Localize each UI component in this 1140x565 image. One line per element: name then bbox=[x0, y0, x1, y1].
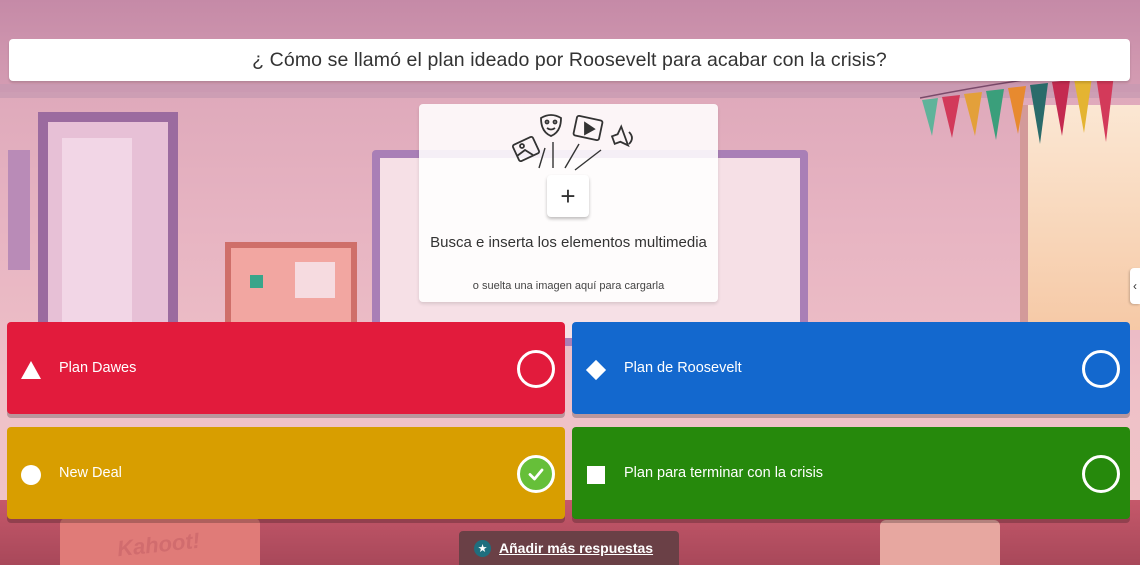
left-window bbox=[8, 150, 30, 270]
media-upload-area[interactable]: + Busca e inserta los elementos multimed… bbox=[419, 104, 718, 302]
square-icon bbox=[585, 464, 607, 486]
answer-3-correct-toggle[interactable] bbox=[517, 455, 555, 493]
bunting-flags bbox=[920, 78, 1114, 144]
answer-4-text[interactable]: Plan para terminar con la crisis bbox=[624, 465, 823, 481]
answer-2[interactable]: Plan de Roosevelt bbox=[572, 322, 1130, 414]
board-note bbox=[295, 262, 335, 298]
circle-icon bbox=[20, 464, 42, 486]
answer-1-correct-toggle[interactable] bbox=[517, 350, 555, 388]
answer-1-text[interactable]: Plan Dawes bbox=[59, 360, 136, 376]
answer-2-text[interactable]: Plan de Roosevelt bbox=[624, 360, 742, 376]
image-icon bbox=[511, 135, 541, 163]
question-input[interactable]: ¿ Cómo se llamó el plan ideado por Roose… bbox=[9, 39, 1130, 81]
answer-2-correct-toggle[interactable] bbox=[1082, 350, 1120, 388]
answer-3-text[interactable]: New Deal bbox=[59, 465, 122, 481]
chevron-left-icon: ‹ bbox=[1133, 279, 1137, 293]
media-illustration bbox=[511, 114, 633, 171]
audio-icon bbox=[610, 124, 633, 148]
add-more-answers-button[interactable]: ★ Añadir más respuestas bbox=[459, 531, 679, 565]
answer-1[interactable]: Plan Dawes bbox=[7, 322, 565, 414]
question-text: ¿ Cómo se llamó el plan ideado por Roose… bbox=[252, 48, 887, 71]
board-pin bbox=[250, 275, 263, 288]
checkmark-icon bbox=[528, 468, 544, 481]
add-more-answers-label: Añadir más respuestas bbox=[499, 540, 654, 556]
video-icon bbox=[572, 114, 604, 142]
door-glass bbox=[62, 138, 132, 323]
side-panel-toggle[interactable]: ‹ bbox=[1130, 268, 1140, 304]
triangle-icon bbox=[20, 359, 42, 381]
answer-4[interactable]: Plan para terminar con la crisis bbox=[572, 427, 1130, 519]
diamond-icon bbox=[585, 359, 607, 381]
star-icon: ★ bbox=[474, 540, 491, 557]
answer-3[interactable]: New Deal bbox=[7, 427, 565, 519]
mask-icon bbox=[540, 114, 562, 137]
media-title: Busca e inserta los elementos multimedia bbox=[430, 234, 707, 251]
answer-4-correct-toggle[interactable] bbox=[1082, 455, 1120, 493]
media-hint: o suelta una imagen aquí para cargarla bbox=[472, 280, 665, 292]
desk bbox=[880, 520, 1000, 565]
add-media-button[interactable]: + bbox=[547, 175, 589, 217]
